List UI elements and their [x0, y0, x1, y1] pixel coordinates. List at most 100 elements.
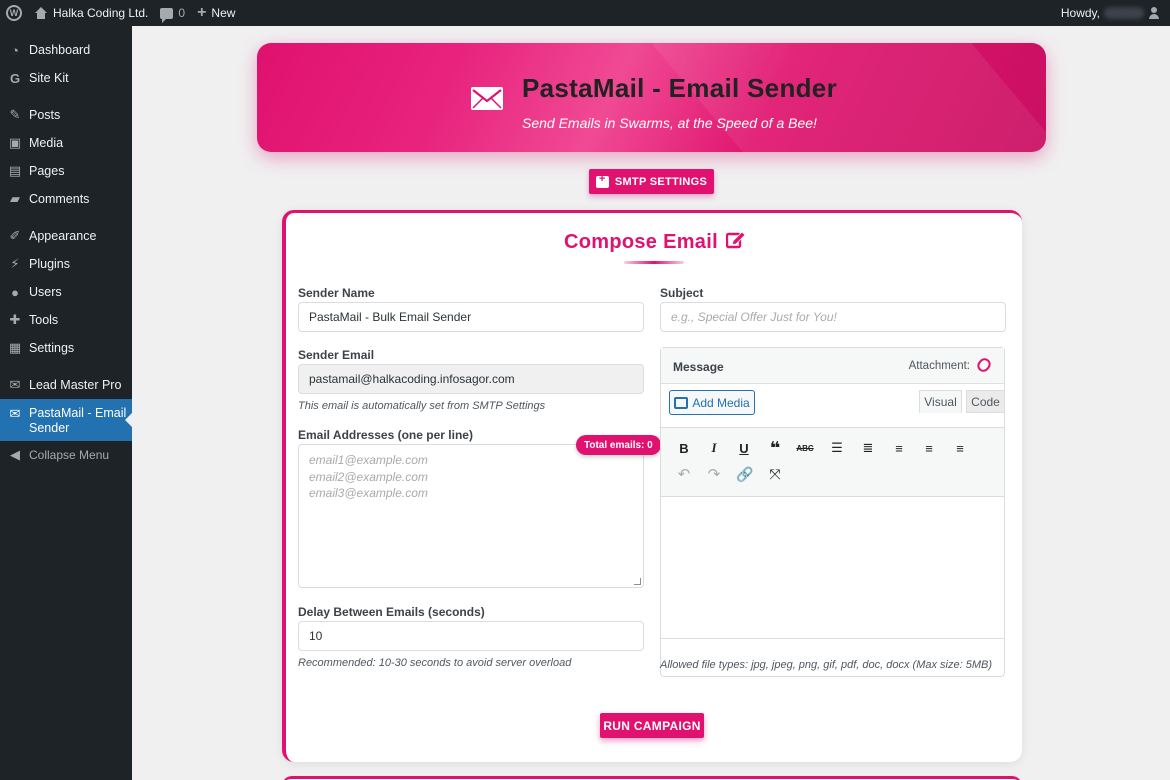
redo-icon[interactable]: ↷ — [704, 464, 724, 484]
plugin-header-banner: PastaMail - Email Sender Send Emails in … — [257, 43, 1046, 152]
mail-icon: ✉ — [9, 377, 21, 392]
underline-icon[interactable]: U — [734, 438, 754, 458]
sidebar-item-label: Pages — [29, 164, 65, 178]
email-addresses-textarea[interactable]: email1@example.com email2@example.com em… — [298, 444, 644, 588]
bullet-list-icon[interactable]: ☰ — [827, 438, 847, 458]
sidebar-item-plugins[interactable]: ⚡ Plugins — [0, 250, 132, 278]
total-emails-badge: Total emails: 0 — [576, 435, 661, 455]
align-left-icon[interactable]: ≡ — [889, 438, 909, 458]
sidebar-item-label: Settings — [29, 341, 75, 355]
sender-email-hint: This email is automatically set from SMT… — [298, 400, 546, 412]
wrench-icon: ✚ — [9, 312, 21, 327]
media-buttons: Add Media — [661, 384, 766, 426]
site-name-link[interactable]: Halka Coding Ltd. — [28, 0, 154, 26]
sidebar-item-users[interactable]: ● Users — [0, 278, 132, 306]
sidebar-item-label: Appearance — [29, 229, 97, 243]
sidebar-item-label: PastaMail - Email Sender — [29, 406, 127, 435]
message-label: Message — [673, 360, 724, 374]
home-icon — [34, 7, 48, 19]
align-center-icon[interactable]: ≡ — [919, 438, 939, 458]
compose-title: Compose Email — [564, 231, 718, 253]
paperclip-icon[interactable] — [974, 355, 994, 375]
settings-plus-icon — [595, 173, 609, 188]
sidebar-item-pages[interactable]: ▤ Pages — [0, 157, 132, 185]
placeholder-line: email2@example.com — [309, 469, 428, 484]
sliders-icon: ▦ — [8, 340, 22, 355]
sidebar-item-label: Posts — [29, 108, 61, 122]
delay-input[interactable]: 10 — [298, 621, 644, 651]
message-body-area[interactable] — [661, 497, 1004, 639]
site-name: Halka Coding Ltd. — [53, 6, 149, 20]
delay-hint: Recommended: 10-30 seconds to avoid serv… — [298, 657, 572, 669]
envelope-icon — [471, 87, 503, 110]
add-media-label: Add Media — [692, 395, 750, 410]
media-icon: ▣ — [8, 135, 22, 150]
sidebar-item-site-kit[interactable]: G Site Kit — [0, 64, 132, 92]
numbered-list-icon[interactable]: ≣ — [858, 438, 878, 458]
redacted-username — [1104, 7, 1144, 19]
sidebar-item-label: Media — [29, 136, 64, 150]
tab-visual[interactable]: Visual — [919, 390, 962, 413]
comments-link[interactable]: 0 — [154, 0, 191, 26]
user-icon: ● — [11, 284, 19, 300]
brush-icon: ✐ — [9, 228, 21, 243]
sidebar-item-pastamail[interactable]: ✉ PastaMail - Email Sender — [0, 399, 132, 441]
comment-icon: ▰ — [10, 191, 20, 206]
smtp-settings-button[interactable]: SMTP SETTINGS — [589, 169, 714, 194]
collapse-icon: ◀ — [10, 447, 20, 462]
comment-bubble-icon — [160, 7, 174, 23]
title-underline — [624, 261, 684, 264]
sender-name-input[interactable]: PastaMail - Bulk Email Sender — [298, 302, 644, 332]
undo-icon[interactable]: ↶ — [674, 464, 694, 484]
user-avatar-icon — [1148, 7, 1160, 19]
sender-name-label: Sender Name — [298, 286, 375, 300]
new-content-link[interactable]: + New — [191, 0, 241, 26]
sidebar-item-media[interactable]: ▣ Media — [0, 129, 132, 157]
plug-icon: ⚡ — [10, 256, 20, 271]
admin-bar: W Halka Coding Ltd. 0 + New Howdy, — [0, 0, 1170, 26]
sidebar-item-appearance[interactable]: ✐ Appearance — [0, 222, 132, 250]
link-icon[interactable]: 🔗 — [735, 464, 755, 484]
sidebar-item-dashboard[interactable]: ◔ Dashboard — [0, 36, 132, 64]
resize-handle[interactable] — [634, 578, 641, 585]
google-g-icon: G — [9, 70, 21, 86]
collapse-menu-button[interactable]: ◀ Collapse Menu — [0, 441, 132, 469]
align-right-icon[interactable]: ≡ — [950, 438, 970, 458]
plugin-title: PastaMail - Email Sender — [522, 73, 837, 103]
allowed-file-types: Allowed file types: jpg, jpeg, png, gif,… — [660, 659, 992, 671]
smtp-settings-label: SMTP SETTINGS — [614, 175, 708, 188]
sidebar-item-label: Site Kit — [29, 71, 69, 85]
sidebar-item-label: Lead Master Pro — [29, 378, 122, 392]
wp-logo-button[interactable]: W — [0, 0, 28, 26]
attachment-label: Attachment: — [908, 360, 970, 372]
edit-icon — [726, 231, 746, 249]
tab-code[interactable]: Code — [966, 390, 1005, 413]
compose-email-card: Compose Email Sender Name PastaMail - Bu… — [282, 210, 1022, 762]
plus-icon: + — [197, 4, 207, 21]
subject-label: Subject — [660, 286, 704, 300]
blockquote-icon[interactable]: ❝ — [765, 438, 785, 458]
fullscreen-icon[interactable]: ⤧ — [765, 464, 785, 484]
italic-icon[interactable]: I — [704, 438, 724, 458]
message-editor: Message Attachment: Add Media Visual Cod… — [660, 347, 1005, 677]
sidebar-item-label: Comments — [29, 192, 90, 206]
strikethrough-icon[interactable]: ABC — [795, 438, 815, 458]
sidebar-item-label: Tools — [29, 313, 59, 327]
sidebar-item-posts[interactable]: ✎ Posts — [0, 101, 132, 129]
sidebar-item-tools[interactable]: ✚ Tools — [0, 306, 132, 334]
pin-icon: ✎ — [9, 107, 21, 122]
subject-input[interactable]: e.g., Special Offer Just for You! — [660, 302, 1006, 332]
account-menu[interactable]: Howdy, — [1061, 6, 1170, 20]
sidebar-item-comments[interactable]: ▰ Comments — [0, 185, 132, 213]
mail-icon: ✉ — [9, 405, 21, 421]
sidebar-item-label: Plugins — [29, 257, 70, 271]
add-media-button[interactable]: Add Media — [669, 390, 755, 415]
sidebar-item-lead-master-pro[interactable]: ✉ Lead Master Pro — [0, 371, 132, 399]
bold-icon[interactable]: B — [674, 438, 694, 458]
editor-statusbar — [661, 640, 1004, 656]
sender-email-input: pastamail@halkacoding.infosagor.com — [298, 364, 644, 394]
sender-email-label: Sender Email — [298, 348, 375, 362]
run-campaign-button[interactable]: RUN CAMPAIGN — [600, 713, 704, 738]
howdy-text: Howdy, — [1060, 6, 1100, 20]
sidebar-item-settings[interactable]: ▦ Settings — [0, 334, 132, 362]
